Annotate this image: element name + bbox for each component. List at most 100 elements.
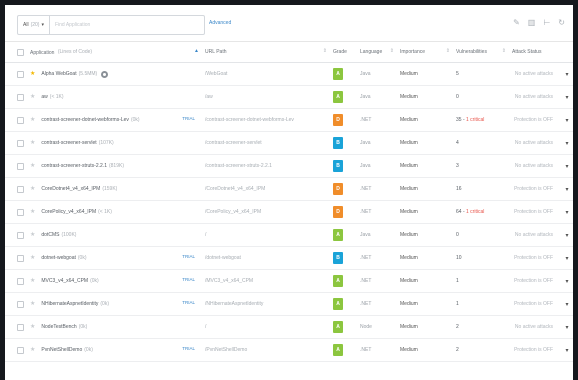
table-row[interactable]: ★ dotCMS (100K) / A Java Medium 0 No active atta…: [5, 223, 573, 247]
cell-importance[interactable]: Medium: [397, 154, 453, 178]
row-menu-caret-icon[interactable]: ▾: [561, 154, 573, 178]
row-checkbox[interactable]: [17, 139, 24, 147]
app-name-link[interactable]: CorePolicy_v4_x64_IPM: [41, 209, 96, 215]
app-name-link[interactable]: aw: [41, 94, 47, 100]
cell-importance[interactable]: Medium: [397, 62, 453, 86]
vuln-count[interactable]: 4: [456, 140, 459, 146]
star-icon[interactable]: ★: [30, 186, 35, 192]
table-row[interactable]: ★ PvnNetShellDemo (0k) TRIAL/PvnNetShellDem…: [5, 338, 573, 362]
app-name-link[interactable]: PvnNetShellDemo: [41, 347, 82, 353]
star-icon[interactable]: ★: [30, 232, 35, 238]
cell-importance[interactable]: Medium: [397, 292, 453, 316]
row-menu-caret-icon[interactable]: ▾: [561, 338, 573, 362]
header-language[interactable]: Language ⇕: [357, 42, 397, 63]
trash-icon[interactable]: ▥: [528, 18, 536, 27]
cell-importance[interactable]: Medium: [397, 269, 453, 293]
star-icon[interactable]: ★: [30, 347, 35, 353]
star-icon[interactable]: ★: [30, 301, 35, 307]
row-menu-caret-icon[interactable]: ▾: [561, 85, 573, 109]
merge-icon[interactable]: ⊢: [543, 18, 550, 27]
select-all-checkbox[interactable]: [17, 48, 24, 56]
sort-icon[interactable]: ⇕: [502, 48, 506, 54]
app-name-link[interactable]: CoreDotnet4_v4_x64_IPM: [41, 186, 100, 192]
vuln-count[interactable]: 2: [456, 347, 459, 353]
star-icon[interactable]: ★: [30, 140, 35, 146]
cell-importance[interactable]: Medium: [397, 223, 453, 247]
app-name-link[interactable]: NHibernateAspnetIdentity: [41, 301, 98, 307]
app-name-link[interactable]: dotnet-webgoat: [41, 255, 75, 261]
row-checkbox[interactable]: [17, 254, 24, 262]
header-grade[interactable]: Grade: [330, 42, 357, 63]
row-menu-caret-icon[interactable]: ▾: [561, 315, 573, 339]
sort-icon[interactable]: ⇕: [323, 48, 327, 54]
app-name-link[interactable]: contrast-screener-dotnet-webforms-Lev: [41, 117, 129, 123]
star-icon[interactable]: ★: [30, 324, 35, 330]
row-checkbox[interactable]: [17, 116, 24, 124]
app-name-link[interactable]: Alpha WebGoat: [41, 71, 76, 77]
row-checkbox[interactable]: [17, 162, 24, 170]
row-menu-caret-icon[interactable]: ▾: [561, 223, 573, 247]
vuln-count[interactable]: 35 -: [456, 117, 466, 123]
header-attack-status[interactable]: Attack Status: [509, 42, 561, 63]
table-row[interactable]: ★ CorePolicy_v4_x64_IPM (< 1K) /CorePolicy_…: [5, 200, 573, 224]
row-checkbox[interactable]: [17, 185, 24, 193]
tag-icon[interactable]: ✎: [513, 18, 520, 27]
row-menu-caret-icon[interactable]: ▾: [561, 177, 573, 201]
critical-count[interactable]: 1 critical: [466, 117, 484, 123]
cell-importance[interactable]: Medium: [397, 177, 453, 201]
header-vulnerabilities[interactable]: Vulnerabilities ⇕: [453, 42, 509, 63]
header-application[interactable]: Application (Lines of Code) ▲: [5, 42, 202, 63]
table-row[interactable]: ★ CoreDotnet4_v4_x64_IPM (159K) /CoreDotnet…: [5, 177, 573, 201]
star-icon[interactable]: ★: [30, 278, 35, 284]
search-input[interactable]: [49, 21, 187, 29]
app-name-link[interactable]: dotCMS: [41, 232, 59, 238]
cell-importance[interactable]: Medium: [397, 85, 453, 109]
refresh-icon[interactable]: ↻: [558, 18, 565, 27]
row-checkbox[interactable]: [17, 208, 24, 216]
row-menu-caret-icon[interactable]: ▾: [561, 200, 573, 224]
vuln-count[interactable]: 0: [456, 232, 459, 238]
vuln-count[interactable]: 10: [456, 255, 462, 261]
critical-count[interactable]: 1 critical: [466, 209, 484, 215]
table-row[interactable]: ★ contrast-screener-dotnet-webforms-Lev (0…: [5, 108, 573, 132]
cell-importance[interactable]: Medium: [397, 108, 453, 132]
row-menu-caret-icon[interactable]: ▾: [561, 246, 573, 270]
header-url-path[interactable]: URL Path ⇕: [202, 42, 330, 63]
table-row[interactable]: ★ NodeTestBench (0k) / A Node Medium 2 No active…: [5, 315, 573, 339]
row-menu-caret-icon[interactable]: ▾: [561, 269, 573, 293]
header-importance[interactable]: Importance ⇕: [397, 42, 453, 63]
row-checkbox[interactable]: [17, 70, 24, 78]
star-icon[interactable]: ★: [30, 163, 35, 169]
sort-icon[interactable]: ⇕: [390, 48, 394, 54]
table-row[interactable]: ★ MVC3_v4_x64_CPM (0k) TRIAL/MVC3_v4_x64_CP…: [5, 269, 573, 293]
star-icon[interactable]: ★: [30, 117, 35, 123]
gear-icon[interactable]: [101, 70, 109, 78]
scope-select[interactable]: All (20) ▾: [18, 16, 50, 34]
vuln-count[interactable]: 3: [456, 163, 459, 169]
cell-importance[interactable]: Medium: [397, 315, 453, 339]
row-checkbox[interactable]: [17, 300, 24, 308]
row-checkbox[interactable]: [17, 323, 24, 331]
star-icon[interactable]: ★: [30, 94, 35, 100]
cell-importance[interactable]: Medium: [397, 200, 453, 224]
cell-importance[interactable]: Medium: [397, 338, 453, 362]
table-row[interactable]: ★ dotnet-webgoat (0k) TRIAL/dotnet-webgoat B…: [5, 246, 573, 270]
app-name-link[interactable]: contrast-screener-servlet: [41, 140, 96, 146]
row-checkbox[interactable]: [17, 346, 24, 354]
table-row[interactable]: ★ contrast-screener-servlet (107K) /contras…: [5, 131, 573, 155]
vuln-count[interactable]: 16: [456, 186, 462, 192]
table-row[interactable]: ★ aw (< 1K) /aw A Java Medium 0 No active attack…: [5, 85, 573, 109]
vuln-count[interactable]: 1: [456, 301, 459, 307]
sort-up-icon[interactable]: ▲: [194, 48, 199, 54]
app-name-link[interactable]: contrast-screener-struts-2.2.1: [41, 163, 107, 169]
app-name-link[interactable]: NodeTestBench: [41, 324, 76, 330]
table-row[interactable]: ★ Alpha WebGoat (5.5MM) /WebGoat A Java Medium…: [5, 62, 573, 86]
star-icon[interactable]: ★: [30, 255, 35, 261]
app-name-link[interactable]: MVC3_v4_x64_CPM: [41, 278, 88, 284]
row-checkbox[interactable]: [17, 277, 24, 285]
row-menu-caret-icon[interactable]: ▾: [561, 131, 573, 155]
cell-importance[interactable]: Medium: [397, 246, 453, 270]
star-icon[interactable]: ★: [30, 71, 35, 77]
star-icon[interactable]: ★: [30, 209, 35, 215]
row-checkbox[interactable]: [17, 231, 24, 239]
